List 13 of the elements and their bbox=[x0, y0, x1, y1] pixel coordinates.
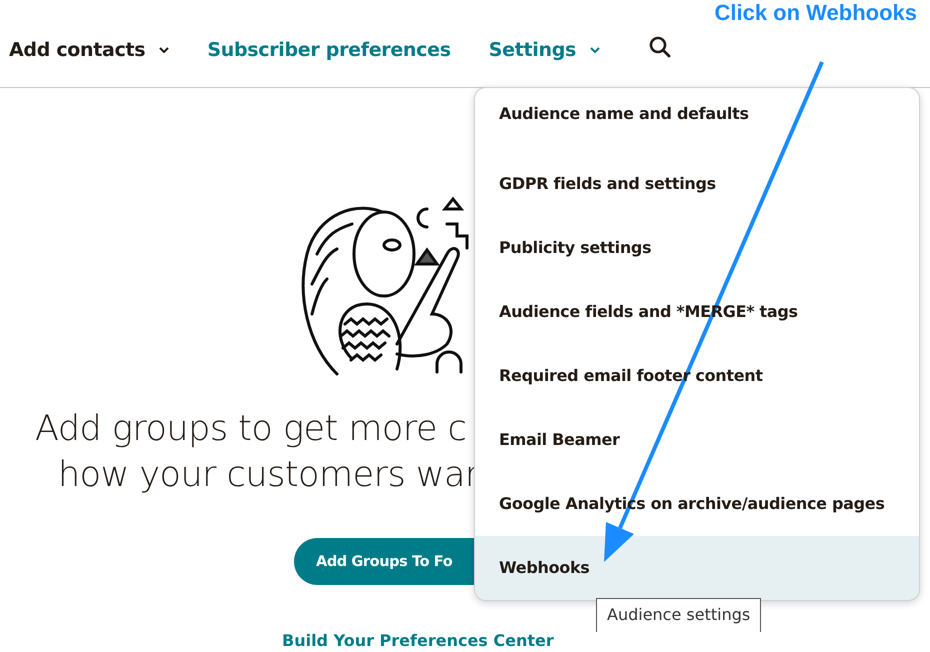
menu-item[interactable]: Audience name and defaults bbox=[475, 88, 919, 152]
annotation-text: Click on Webhooks bbox=[714, 0, 917, 26]
chevron-down-icon bbox=[159, 46, 170, 52]
nav-link[interactable]: Subscriber preferences bbox=[207, 38, 451, 60]
menu-item[interactable]: Publicity settings bbox=[475, 216, 919, 280]
chevron-down-icon bbox=[590, 46, 600, 52]
menu-item[interactable]: Webhooks bbox=[475, 536, 919, 600]
nav-dropdown[interactable]: Add contacts bbox=[9, 38, 170, 60]
menu-item[interactable]: GDPR fields and settings bbox=[475, 152, 919, 216]
build-preferences-link[interactable]: Build Your Preferences Center bbox=[282, 631, 554, 650]
search-icon[interactable] bbox=[648, 34, 672, 58]
tooltip: Audience settings bbox=[596, 598, 762, 632]
nav-dropdown[interactable]: Settings bbox=[488, 38, 600, 60]
